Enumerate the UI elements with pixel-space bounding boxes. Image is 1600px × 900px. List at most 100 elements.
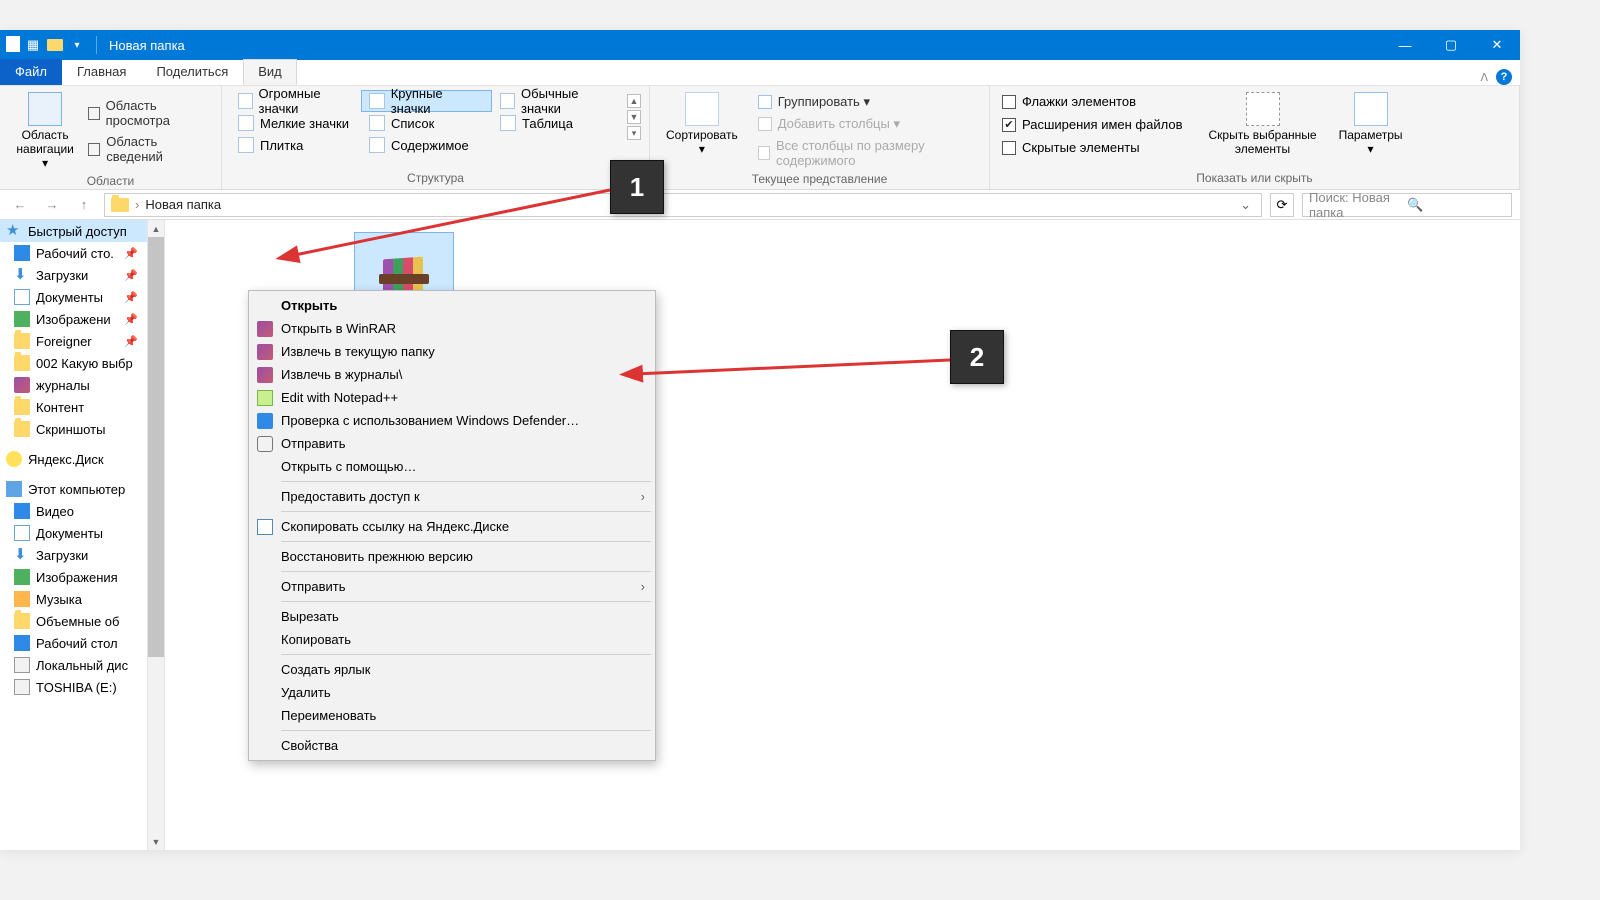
nav-quick-access[interactable]: ★Быстрый доступ <box>0 220 164 242</box>
menu-delete[interactable]: Удалить <box>251 681 653 704</box>
tab-share[interactable]: Поделиться <box>141 59 243 85</box>
window-title: Новая папка <box>101 38 185 53</box>
nav-screens[interactable]: Скриншоты <box>0 418 164 440</box>
menu-create-shortcut[interactable]: Создать ярлык <box>251 658 653 681</box>
titlebar: ▦ ▾ Новая папка — ▢ ✕ <box>0 30 1520 60</box>
group-showhide-label: Показать или скрыть <box>990 169 1519 189</box>
breadcrumb[interactable]: Новая папка <box>145 197 221 212</box>
address-bar-row: ← → ↑ › Новая папка ⌄ ⟳ Поиск: Новая пап… <box>0 190 1520 220</box>
layout-large[interactable]: Крупные значки <box>361 90 492 112</box>
address-dropdown[interactable]: ⌄ <box>1236 197 1255 213</box>
share-icon <box>257 436 273 452</box>
layout-content[interactable]: Содержимое <box>361 134 492 156</box>
nav-foreigner[interactable]: Foreigner📌 <box>0 330 164 352</box>
menu-extract-to[interactable]: Извлечь в журналы\ <box>251 363 653 386</box>
layout-down-button[interactable]: ▼ <box>627 110 641 124</box>
menu-properties[interactable]: Свойства <box>251 734 653 757</box>
nav-yandex-disk[interactable]: Яндекс.Диск <box>0 448 164 470</box>
nav-downloads2[interactable]: ⬇Загрузки <box>0 544 164 566</box>
maximize-button[interactable]: ▢ <box>1428 30 1474 60</box>
add-columns-button[interactable]: Добавить столбцы ▾ <box>752 114 981 134</box>
up-button[interactable]: ↑ <box>72 193 96 217</box>
nav-documents[interactable]: Документы📌 <box>0 286 164 308</box>
menu-send[interactable]: Отправить <box>251 432 653 455</box>
close-button[interactable]: ✕ <box>1474 30 1520 60</box>
nav-journals[interactable]: журналы <box>0 374 164 396</box>
group-panes-label: Области <box>0 172 221 192</box>
menu-open-with[interactable]: Открыть с помощью… <box>251 455 653 478</box>
layout-huge[interactable]: Огромные значки <box>230 90 361 112</box>
sort-button[interactable]: Сортировать ▾ <box>658 90 746 158</box>
nav-content[interactable]: Контент <box>0 396 164 418</box>
nav-pictures2[interactable]: Изображения <box>0 566 164 588</box>
help-icon[interactable]: ? <box>1496 69 1512 85</box>
qat-folder-icon[interactable] <box>46 36 64 54</box>
hide-selected-button[interactable]: Скрыть выбранные элементы <box>1201 90 1325 158</box>
nav-toshiba[interactable]: TOSHIBA (E:) <box>0 676 164 698</box>
menu-notepadpp[interactable]: Edit with Notepad++ <box>251 386 653 409</box>
layout-normal[interactable]: Обычные значки <box>492 90 623 112</box>
shield-icon <box>257 413 273 429</box>
tab-home[interactable]: Главная <box>62 59 141 85</box>
nav-desktop[interactable]: Рабочий сто.📌 <box>0 242 164 264</box>
search-input[interactable]: Поиск: Новая папка 🔍 <box>1302 193 1512 217</box>
menu-yadisk-link[interactable]: Скопировать ссылку на Яндекс.Диске <box>251 515 653 538</box>
tab-view[interactable]: Вид <box>243 59 297 85</box>
qat-doc-icon[interactable] <box>6 36 20 52</box>
refresh-button[interactable]: ⟳ <box>1270 193 1294 217</box>
folder-icon <box>111 198 129 212</box>
nav-this-pc[interactable]: Этот компьютер <box>0 478 164 500</box>
qat-more-icon[interactable]: ▾ <box>68 36 86 54</box>
nav-desktop2[interactable]: Рабочий стол <box>0 632 164 654</box>
options-button[interactable]: Параметры ▾ <box>1331 90 1411 158</box>
nav-scrollbar[interactable]: ▲ ▼ <box>147 220 164 850</box>
menu-open-winrar[interactable]: Открыть в WinRAR <box>251 317 653 340</box>
toggle-details-pane[interactable]: Область сведений <box>82 132 213 166</box>
back-button[interactable]: ← <box>8 193 32 217</box>
ribbon-tabs: Файл Главная Поделиться Вид ᐱ ? <box>0 60 1520 86</box>
group-layout-label: Структура <box>222 169 649 189</box>
chevron-icon[interactable]: › <box>135 197 139 212</box>
qat-prop-icon[interactable]: ▦ <box>24 36 42 54</box>
layout-up-button[interactable]: ▲ <box>627 94 641 108</box>
collapse-ribbon-button[interactable]: ᐱ <box>1480 71 1488 84</box>
menu-restore-version[interactable]: Восстановить прежнюю версию <box>251 545 653 568</box>
nav-downloads[interactable]: ⬇Загрузки📌 <box>0 264 164 286</box>
menu-send-to[interactable]: Отправить› <box>251 575 653 598</box>
toggle-preview-pane[interactable]: Область просмотра <box>82 96 213 130</box>
layout-table[interactable]: Таблица <box>492 112 623 134</box>
callout-marker-1: 1 <box>610 160 664 214</box>
menu-cut[interactable]: Вырезать <box>251 605 653 628</box>
layout-small[interactable]: Мелкие значки <box>230 112 361 134</box>
layout-list[interactable]: Список <box>361 112 492 134</box>
nav-volumes[interactable]: Объемные об <box>0 610 164 632</box>
group-currentview-label: Текущее представление <box>650 170 989 190</box>
menu-copy[interactable]: Копировать <box>251 628 653 651</box>
forward-button[interactable]: → <box>40 193 64 217</box>
nav-002[interactable]: 002 Какую выбр <box>0 352 164 374</box>
menu-grant-access[interactable]: Предоставить доступ к› <box>251 485 653 508</box>
navigation-pane-button[interactable]: Область навигации ▾ <box>8 90 82 172</box>
context-menu: Открыть Открыть в WinRAR Извлечь в текущ… <box>248 290 656 761</box>
minimize-button[interactable]: — <box>1382 30 1428 60</box>
menu-extract-here[interactable]: Извлечь в текущую папку <box>251 340 653 363</box>
winrar-icon <box>257 344 273 360</box>
nav-pictures[interactable]: Изображени📌 <box>0 308 164 330</box>
address-box[interactable]: › Новая папка ⌄ <box>104 193 1262 217</box>
fit-columns-button[interactable]: Все столбцы по размеру содержимого <box>752 136 981 170</box>
toggle-checkboxes[interactable]: Флажки элементов <box>998 92 1187 111</box>
search-icon: 🔍 <box>1407 197 1505 213</box>
menu-defender[interactable]: Проверка с использованием Windows Defend… <box>251 409 653 432</box>
toggle-hidden[interactable]: Скрытые элементы <box>998 138 1187 157</box>
nav-localdisk[interactable]: Локальный дис <box>0 654 164 676</box>
nav-documents2[interactable]: Документы <box>0 522 164 544</box>
group-by-button[interactable]: Группировать ▾ <box>752 92 981 112</box>
nav-video[interactable]: Видео <box>0 500 164 522</box>
nav-music[interactable]: Музыка <box>0 588 164 610</box>
menu-open[interactable]: Открыть <box>251 294 653 317</box>
tab-file[interactable]: Файл <box>0 59 62 85</box>
menu-rename[interactable]: Переименовать <box>251 704 653 727</box>
layout-tiles[interactable]: Плитка <box>230 134 361 156</box>
toggle-extensions[interactable]: Расширения имен файлов <box>998 115 1187 134</box>
layout-more-button[interactable]: ▾ <box>627 126 641 140</box>
